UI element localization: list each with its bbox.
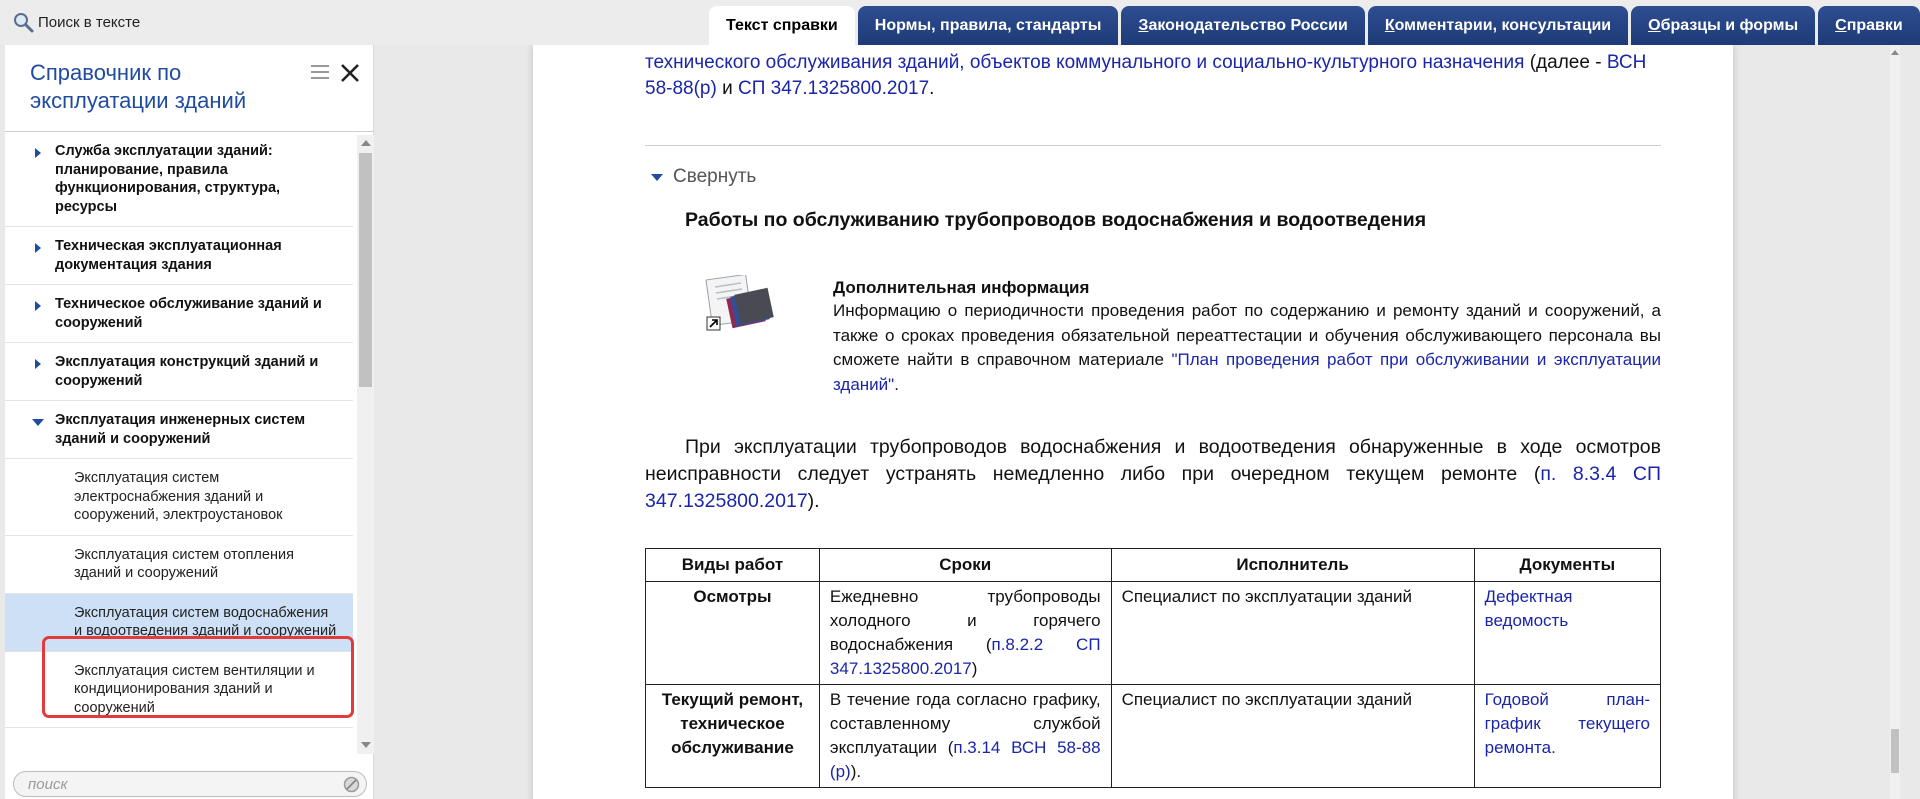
- collapse-toggle[interactable]: Свернуть: [651, 164, 756, 190]
- works-table: Виды работ Сроки Исполнитель Документы О…: [645, 548, 1662, 788]
- expand-arrow-icon: [35, 301, 41, 311]
- tab-samples[interactable]: Образцы и формы: [1631, 6, 1816, 45]
- table-cell-term: В течение года согласно графику, составл…: [818, 684, 1112, 788]
- sidebar-item-service[interactable]: Служба эксплуатации зданий: планирование…: [5, 132, 353, 227]
- tab-label: аконодательство России: [1148, 16, 1348, 34]
- tab-label: Текст справки: [726, 16, 838, 34]
- tab-comments[interactable]: Комментарии, консультации: [1367, 6, 1629, 45]
- sidebar-item-label: Эксплуатация систем водоснабжения и водо…: [74, 604, 337, 640]
- expand-arrow-icon: [35, 243, 41, 253]
- table-cell-executor: Специалист по эксплуатации зданий: [1110, 581, 1475, 685]
- section-title: Работы по обслуживанию трубопроводов вод…: [685, 209, 1427, 231]
- search-in-text-label: Поиск в тексте: [38, 13, 141, 31]
- tab-label-hotkey: К: [1384, 16, 1395, 34]
- collapse-label: Свернуть: [673, 166, 757, 187]
- intro-text: (далее -: [1524, 52, 1607, 73]
- document-scrollbar[interactable]: [1890, 45, 1900, 799]
- scrollbar-thumb[interactable]: [1891, 729, 1899, 773]
- tab-legislation[interactable]: Законодательство России: [1121, 6, 1365, 45]
- sidebar: Справочник по эксплуатации зданий Служба…: [5, 45, 374, 799]
- document-area: технического обслуживания зданий, объект…: [375, 45, 1900, 799]
- term-tail: ).: [850, 762, 862, 781]
- search-in-text-button[interactable]: Поиск в тексте: [12, 11, 140, 33]
- sidebar-item-structures[interactable]: Эксплуатация конструкций зданий и сооруж…: [5, 343, 353, 401]
- sidebar-item-engineering-systems[interactable]: Эксплуатация инженерных систем зданий и …: [5, 401, 353, 459]
- table-cell-executor: Специалист по эксплуатации зданий: [1110, 684, 1475, 788]
- sidebar-tree: Служба эксплуатации зданий: планирование…: [5, 132, 353, 757]
- clear-search-icon[interactable]: [343, 776, 360, 793]
- scrollbar-thumb[interactable]: [359, 153, 372, 387]
- tab-label-hotkey: С: [1835, 16, 1847, 34]
- table-header: Сроки: [818, 548, 1112, 582]
- collapse-arrow-icon: [32, 419, 44, 426]
- table-row: Осмотры Ежедневно трубопроводы холодного…: [645, 581, 1662, 685]
- intro-text: .: [929, 78, 935, 99]
- sidebar-search-input[interactable]: [28, 774, 328, 794]
- menu-icon[interactable]: [311, 65, 329, 81]
- tab-label-hotkey: О: [1648, 16, 1661, 34]
- info-tail: .: [894, 374, 899, 394]
- intro-paragraph: технического обслуживания зданий, объект…: [645, 50, 1661, 102]
- table-cell-docs: Дефектная ведомость: [1473, 581, 1662, 685]
- tab-label: бразцы и формы: [1660, 16, 1799, 34]
- magnifier-icon: [12, 11, 34, 33]
- sidebar-scrollbar[interactable]: [357, 135, 374, 754]
- tab-label: правки: [1846, 16, 1903, 34]
- sidebar-item-label: Эксплуатация инженерных систем зданий и …: [55, 412, 306, 447]
- tab-label: омментарии, консультации: [1394, 16, 1612, 34]
- collapse-arrow-icon: [651, 173, 663, 181]
- table-row: Текущий ремонт, техническое обслуживание…: [645, 684, 1662, 788]
- table-header: Документы: [1473, 548, 1662, 582]
- scroll-up-icon[interactable]: [1891, 50, 1899, 55]
- sidebar-item-ventilation[interactable]: Эксплуатация систем вентиляции и кондици…: [5, 652, 353, 728]
- tab-norms[interactable]: Нормы, правила, стандарты: [857, 6, 1119, 45]
- table-cell-term: Ежедневно трубопроводы холодного и горяч…: [818, 581, 1112, 685]
- sidebar-item-label: Служба эксплуатации зданий: планирование…: [55, 143, 281, 215]
- sidebar-item-documentation[interactable]: Техническая эксплуатационная документаци…: [5, 227, 353, 285]
- sidebar-search: [13, 771, 367, 797]
- sidebar-item-label: Эксплуатация систем вентиляции и кондици…: [74, 662, 315, 716]
- expand-arrow-icon: [35, 148, 41, 158]
- sidebar-item-maintenance[interactable]: Техническое обслуживание зданий и сооруж…: [5, 285, 353, 343]
- sidebar-item-label: Техническое обслуживание зданий и сооруж…: [55, 296, 322, 331]
- paragraph-tail: ).: [807, 490, 820, 512]
- tab-references[interactable]: Справки: [1818, 6, 1920, 45]
- document-page: технического обслуживания зданий, объект…: [533, 45, 1733, 799]
- table-cell-docs: Годовой план-график текущего ремонта.: [1473, 684, 1662, 788]
- scroll-up-icon[interactable]: [361, 140, 371, 146]
- tab-label: Нормы, правила, стандарты: [874, 16, 1102, 34]
- doc-link[interactable]: СП 347.1325800.2017: [738, 78, 929, 99]
- paragraph-text: При эксплуатации трубопроводов водоснабж…: [645, 436, 1661, 485]
- docs-link[interactable]: Годовой план-график текущего ремонта.: [1485, 690, 1650, 757]
- tab-label-hotkey: З: [1138, 16, 1149, 34]
- sidebar-title: Справочник по эксплуатации зданий: [30, 60, 247, 113]
- intro-text: и: [716, 78, 738, 99]
- expand-arrow-icon: [35, 359, 41, 369]
- sidebar-item-water-supply[interactable]: Эксплуатация систем водоснабжения и водо…: [5, 593, 353, 652]
- tab-bar: Текст справки Нормы, правила, стандарты …: [709, 6, 1920, 45]
- table-header: Виды работ: [645, 548, 820, 582]
- sidebar-item-label: Эксплуатация систем электроснабжения зда…: [74, 470, 283, 523]
- sidebar-item-label: Эксплуатация конструкций зданий и сооруж…: [55, 354, 319, 389]
- body-paragraph: При эксплуатации трубопроводов водоснабж…: [645, 434, 1661, 515]
- sidebar-item-heating[interactable]: Эксплуатация систем отопления зданий и с…: [5, 536, 353, 594]
- docs-link[interactable]: Дефектная ведомость: [1485, 587, 1573, 630]
- sidebar-item-label: Техническая эксплуатационная документаци…: [55, 238, 282, 273]
- info-text: Информацию о периодичности проведения ра…: [833, 299, 1661, 397]
- info-title: Дополнительная информация: [833, 278, 1090, 297]
- tab-help-text[interactable]: Текст справки: [709, 6, 855, 45]
- sidebar-item-label: Эксплуатация систем отопления зданий и с…: [74, 546, 294, 582]
- table-header-row: Виды работ Сроки Исполнитель Документы: [645, 548, 1662, 582]
- table-cell-kind: Осмотры: [645, 581, 820, 685]
- term-tail: ): [971, 659, 978, 678]
- top-bar: Поиск в тексте Текст справки Нормы, прав…: [0, 0, 1920, 45]
- section-divider: [645, 145, 1661, 146]
- table-header: Исполнитель: [1110, 548, 1475, 582]
- doc-link[interactable]: технического обслуживания зданий, объект…: [645, 52, 1524, 73]
- documents-icon: [705, 273, 775, 331]
- scroll-down-icon[interactable]: [361, 742, 371, 748]
- close-icon[interactable]: [338, 61, 362, 85]
- table-cell-kind: Текущий ремонт, техническое обслуживание: [645, 684, 820, 788]
- sidebar-item-power-supply[interactable]: Эксплуатация систем электроснабжения зда…: [5, 459, 353, 536]
